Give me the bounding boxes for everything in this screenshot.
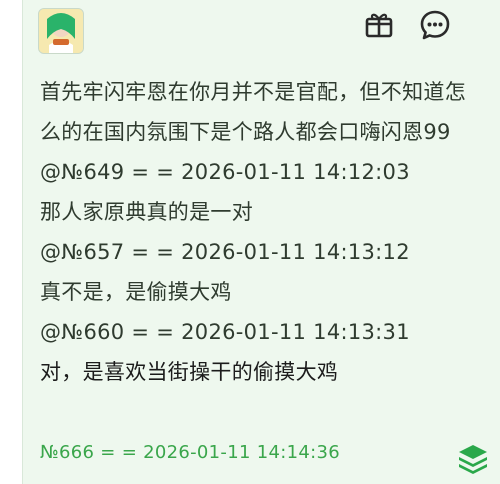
layers-icon [459,445,487,474]
reply-text: 真不是，是偷摸大鸡 [40,280,232,304]
avatar-image [39,9,83,53]
post-body: 首先牢闪牢恩在你月并不是官配，但不知道怎么的在国内氛围下是个路人都会口嗨闪恩99… [40,72,480,392]
comment-button[interactable] [418,8,452,42]
reply-ref-649[interactable]: @№649 = = 2026-01-11 14:12:03 [40,152,480,192]
gift-icon [365,13,393,38]
chat-bubble-icon [420,10,450,40]
post-text: 首先牢闪牢恩在你月并不是官配，但不知道怎么的在国内氛围下是个路人都会口嗨闪恩99 [40,80,466,144]
gift-button[interactable] [362,8,396,42]
reply-ref-660[interactable]: @№660 = = 2026-01-11 14:13:31 [40,312,480,352]
avatar[interactable] [38,8,84,54]
layers-button[interactable] [454,440,492,478]
reply-text: 那人家原典真的是一对 [40,200,253,224]
reply-text: 对，是喜欢当街操干的偷摸大鸡 [40,360,339,384]
reply-ref-657[interactable]: @№657 = = 2026-01-11 14:13:12 [40,232,480,272]
post-meta[interactable]: №666 = = 2026-01-11 14:14:36 [40,442,340,463]
